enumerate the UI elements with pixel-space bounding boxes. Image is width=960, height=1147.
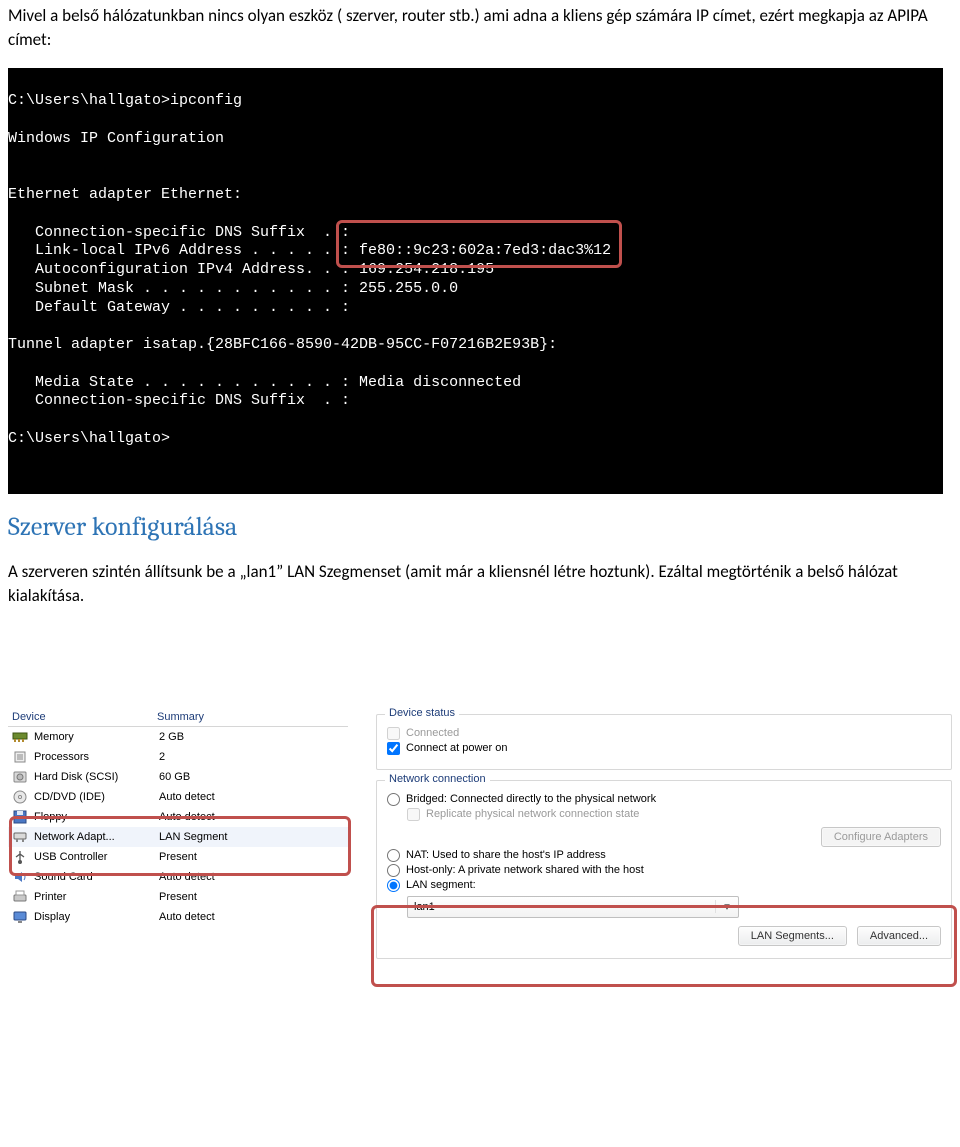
device-row-network[interactable]: Network Adapt... LAN Segment <box>8 827 348 847</box>
device-summary: Auto detect <box>159 911 344 923</box>
apipa-highlight <box>336 220 622 268</box>
device-row-hdd[interactable]: Hard Disk (SCSI) 60 GB <box>8 767 348 787</box>
device-label: Memory <box>34 731 153 743</box>
device-label: Processors <box>34 751 153 763</box>
cmd-terminal: C:\Users\hallgato>ipconfig Windows IP Co… <box>8 68 943 495</box>
cd-icon <box>12 789 28 805</box>
device-table-header: Device Summary <box>8 708 348 727</box>
network-connection-group: Network connection Bridged: Connected di… <box>376 780 952 959</box>
hdd-icon <box>12 769 28 785</box>
device-table: Device Summary Memory 2 GB Processors 2 … <box>8 708 348 959</box>
usb-icon <box>12 849 28 865</box>
connected-checkbox <box>387 727 400 740</box>
device-label: CD/DVD (IDE) <box>34 791 153 803</box>
col-device: Device <box>12 711 157 723</box>
device-row-printer[interactable]: Printer Present <box>8 887 348 907</box>
device-summary: LAN Segment <box>159 831 344 843</box>
printer-icon <box>12 889 28 905</box>
lan-segments-button[interactable]: LAN Segments... <box>738 926 847 946</box>
device-settings-column: Device status Connected Connect at power… <box>376 708 952 959</box>
lansegment-label: LAN segment: <box>406 879 476 891</box>
replicate-label: Replicate physical network connection st… <box>426 808 639 820</box>
group-title: Device status <box>385 707 459 719</box>
configure-adapters-button: Configure Adapters <box>821 827 941 847</box>
group-title: Network connection <box>385 773 490 785</box>
advanced-button[interactable]: Advanced... <box>857 926 941 946</box>
nat-radio[interactable] <box>387 849 400 862</box>
replicate-checkbox <box>407 808 420 821</box>
device-label: USB Controller <box>34 851 153 863</box>
device-label: Sound Card <box>34 871 153 883</box>
col-summary: Summary <box>157 711 344 723</box>
device-summary: 60 GB <box>159 771 344 783</box>
display-icon <box>12 909 28 925</box>
vm-settings-panel: Device Summary Memory 2 GB Processors 2 … <box>8 708 952 959</box>
device-summary: Present <box>159 851 344 863</box>
device-summary: Present <box>159 891 344 903</box>
bridged-radio[interactable] <box>387 793 400 806</box>
device-summary: Auto detect <box>159 871 344 883</box>
sound-icon <box>12 869 28 885</box>
device-summary: 2 GB <box>159 731 344 743</box>
device-row-cddvd[interactable]: CD/DVD (IDE) Auto detect <box>8 787 348 807</box>
connect-power-label: Connect at power on <box>406 742 508 754</box>
hostonly-row[interactable]: Host-only: A private network shared with… <box>387 864 941 877</box>
device-label: Printer <box>34 891 153 903</box>
cpu-icon <box>12 749 28 765</box>
floppy-icon <box>12 809 28 825</box>
device-row-usb[interactable]: USB Controller Present <box>8 847 348 867</box>
server-config-paragraph: A szerveren szintén állítsunk be a „lan1… <box>8 560 952 608</box>
device-row-display[interactable]: Display Auto detect <box>8 907 348 927</box>
bridged-row[interactable]: Bridged: Connected directly to the physi… <box>387 793 941 806</box>
lan-segment-dropdown[interactable]: lan1 ▾ <box>407 896 739 918</box>
device-summary: Auto detect <box>159 791 344 803</box>
device-label: Network Adapt... <box>34 831 153 843</box>
replicate-row: Replicate physical network connection st… <box>407 808 941 821</box>
device-row-sound[interactable]: Sound Card Auto detect <box>8 867 348 887</box>
device-row-memory[interactable]: Memory 2 GB <box>8 727 348 747</box>
intro-paragraph: Mivel a belső hálózatunkban nincs olyan … <box>8 4 952 52</box>
server-config-heading: Szerver konfigurálása <box>8 512 952 542</box>
nat-label: NAT: Used to share the host's IP address <box>406 849 606 861</box>
bridged-label: Bridged: Connected directly to the physi… <box>406 793 656 805</box>
connect-power-row[interactable]: Connect at power on <box>387 742 941 755</box>
memory-icon <box>12 729 28 745</box>
lansegment-row[interactable]: LAN segment: <box>387 879 941 892</box>
device-summary: 2 <box>159 751 344 763</box>
device-row-floppy[interactable]: Floppy Auto detect <box>8 807 348 827</box>
chevron-down-icon: ▾ <box>715 900 734 913</box>
device-status-group: Device status Connected Connect at power… <box>376 714 952 770</box>
hostonly-radio[interactable] <box>387 864 400 877</box>
connect-power-checkbox[interactable] <box>387 742 400 755</box>
device-label: Hard Disk (SCSI) <box>34 771 153 783</box>
device-label: Floppy <box>34 811 153 823</box>
lan-segment-value: lan1 <box>414 901 435 913</box>
connected-label: Connected <box>406 727 459 739</box>
device-summary: Auto detect <box>159 811 344 823</box>
connected-row: Connected <box>387 727 941 740</box>
network-icon <box>12 829 28 845</box>
hostonly-label: Host-only: A private network shared with… <box>406 864 644 876</box>
nat-row[interactable]: NAT: Used to share the host's IP address <box>387 849 941 862</box>
device-row-cpu[interactable]: Processors 2 <box>8 747 348 767</box>
device-label: Display <box>34 911 153 923</box>
lansegment-radio[interactable] <box>387 879 400 892</box>
